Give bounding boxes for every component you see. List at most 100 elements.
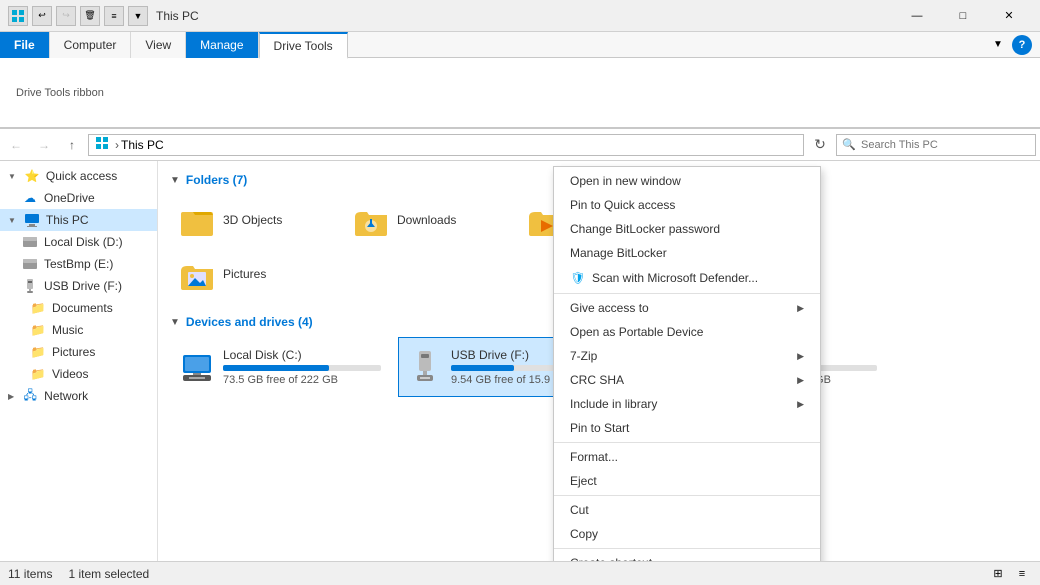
- minimize-button[interactable]: —: [894, 0, 940, 32]
- cm-manage-bitlocker[interactable]: Manage BitLocker: [554, 241, 820, 265]
- status-view-buttons: ⊞ ≡: [988, 564, 1032, 584]
- cm-format[interactable]: Format...: [554, 445, 820, 469]
- cm-create-shortcut[interactable]: Create shortcut: [554, 551, 820, 561]
- tab-drive-tools[interactable]: Drive Tools: [259, 32, 348, 59]
- sidebar-item-quick-access[interactable]: ▼ ⭐ Quick access: [0, 165, 157, 187]
- documents-icon: 📁: [30, 300, 46, 316]
- drive-bar-fill-c: [223, 365, 329, 371]
- tab-manage[interactable]: Manage: [186, 32, 258, 58]
- sidebar-label-usb-drive-f: USB Drive (F:): [44, 279, 122, 293]
- drive-item-local-disk-c[interactable]: Local Disk (C:) 73.5 GB free of 222 GB: [170, 337, 390, 397]
- tab-view[interactable]: View: [131, 32, 186, 58]
- cm-give-access[interactable]: Give access to: [554, 296, 820, 320]
- address-bar: ← → ↑ › This PC ↻ 🔍: [0, 129, 1040, 161]
- defender-icon: 🛡: [570, 270, 586, 286]
- undo-icon[interactable]: ↩: [32, 6, 52, 26]
- sidebar-item-usb-drive-f[interactable]: USB Drive (F:): [0, 275, 157, 297]
- expand-icon[interactable]: ▼: [128, 6, 148, 26]
- sidebar: ▼ ⭐ Quick access ☁ OneDrive ▼ This PC Lo…: [0, 161, 158, 561]
- tab-file[interactable]: File: [0, 32, 50, 58]
- sidebar-label-documents: Documents: [52, 301, 113, 315]
- sidebar-label-quick-access: Quick access: [46, 169, 117, 183]
- title-bar-controls: — □ ✕: [894, 0, 1032, 32]
- cm-pin-start[interactable]: Pin to Start: [554, 416, 820, 440]
- help-button[interactable]: ?: [1012, 35, 1032, 55]
- sidebar-item-music[interactable]: 📁 Music: [0, 319, 157, 341]
- sidebar-item-documents[interactable]: 📁 Documents: [0, 297, 157, 319]
- network-icon: 🖧: [22, 388, 38, 404]
- sidebar-item-local-disk-d[interactable]: Local Disk (D:): [0, 231, 157, 253]
- search-input[interactable]: [836, 134, 1036, 156]
- back-button[interactable]: ←: [4, 133, 28, 157]
- drive-bar-fill-f: [451, 365, 514, 371]
- folder-item-downloads[interactable]: Downloads: [344, 195, 514, 245]
- folder-icon-3d: [179, 202, 215, 238]
- path-thispc[interactable]: This PC: [121, 138, 164, 152]
- redo-icon[interactable]: ↪: [56, 6, 76, 26]
- ribbon-commands: Drive Tools ribbon: [0, 58, 1040, 128]
- pictures-icon: 📁: [30, 344, 46, 360]
- drive-icon-f: [407, 349, 443, 385]
- sidebar-item-this-pc[interactable]: ▼ This PC: [0, 209, 157, 231]
- maximize-button[interactable]: □: [940, 0, 986, 32]
- expand-icon-network: ▶: [8, 392, 14, 401]
- local-disk-d-icon: [22, 234, 38, 250]
- folder-name-3d: 3D Objects: [223, 213, 282, 227]
- testbmp-e-icon: [22, 256, 38, 272]
- up-button[interactable]: ↑: [60, 133, 84, 157]
- thispc-icon: [24, 212, 40, 228]
- title-bar: ↩ ↪ 🗑 ≡ ▼ This PC — □ ✕: [0, 0, 1040, 32]
- content-area: ▼ Folders (7) 3D Objects: [158, 161, 1040, 561]
- sidebar-item-videos[interactable]: 📁 Videos: [0, 363, 157, 385]
- onedrive-icon: ☁: [22, 190, 38, 206]
- path-separator: ›: [115, 138, 119, 152]
- cm-crc-sha[interactable]: CRC SHA: [554, 368, 820, 392]
- cm-cut[interactable]: Cut: [554, 498, 820, 522]
- sidebar-label-testbmp-e: TestBmp (E:): [44, 257, 113, 271]
- sidebar-item-testbmp-e[interactable]: TestBmp (E:): [0, 253, 157, 275]
- search-icon: 🔍: [842, 138, 856, 151]
- cm-include-library[interactable]: Include in library: [554, 392, 820, 416]
- delete-icon[interactable]: 🗑: [80, 6, 100, 26]
- drives-arrow[interactable]: ▼: [170, 317, 180, 328]
- sidebar-item-pictures[interactable]: 📁 Pictures: [0, 341, 157, 363]
- cm-scan-defender[interactable]: 🛡 Scan with Microsoft Defender...: [554, 265, 820, 291]
- address-path[interactable]: › This PC: [88, 134, 804, 156]
- properties-icon[interactable]: ≡: [104, 6, 124, 26]
- forward-button[interactable]: →: [32, 133, 56, 157]
- folder-item-3d-objects[interactable]: 3D Objects: [170, 195, 340, 245]
- sidebar-label-pictures: Pictures: [52, 345, 95, 359]
- context-menu: Open in new window Pin to Quick access C…: [553, 166, 821, 561]
- view-list-button[interactable]: ≡: [1012, 564, 1032, 584]
- cm-scan-defender-label: 🛡 Scan with Microsoft Defender...: [570, 270, 758, 286]
- cm-open-new-window[interactable]: Open in new window: [554, 169, 820, 193]
- app-icon: [8, 6, 28, 26]
- drive-bar-bg-c: [223, 365, 381, 371]
- music-icon: 📁: [30, 322, 46, 338]
- cm-pin-quick-access[interactable]: Pin to Quick access: [554, 193, 820, 217]
- sidebar-item-network[interactable]: ▶ 🖧 Network: [0, 385, 157, 407]
- folder-item-pictures[interactable]: Pictures: [170, 249, 340, 299]
- expand-icon-thispc: ▼: [8, 216, 16, 225]
- folders-arrow[interactable]: ▼: [170, 175, 180, 186]
- cm-open-portable[interactable]: Open as Portable Device: [554, 320, 820, 344]
- close-button[interactable]: ✕: [986, 0, 1032, 32]
- cm-eject[interactable]: Eject: [554, 469, 820, 493]
- view-details-button[interactable]: ⊞: [988, 564, 1008, 584]
- quick-access-icon: ⭐: [24, 168, 40, 184]
- status-items: 11 items: [8, 567, 52, 581]
- tab-computer[interactable]: Computer: [50, 32, 132, 58]
- title-bar-icons: ↩ ↪ 🗑 ≡ ▼: [8, 6, 148, 26]
- cm-copy[interactable]: Copy: [554, 522, 820, 546]
- status-bar: 11 items 1 item selected ⊞ ≡: [0, 561, 1040, 585]
- drive-info-c: Local Disk (C:) 73.5 GB free of 222 GB: [223, 348, 381, 386]
- sidebar-item-onedrive[interactable]: ☁ OneDrive: [0, 187, 157, 209]
- refresh-button[interactable]: ↻: [808, 133, 832, 157]
- cm-separator-4: [554, 548, 820, 549]
- videos-icon: 📁: [30, 366, 46, 382]
- sidebar-label-network: Network: [44, 389, 88, 403]
- options-arrow[interactable]: ▼: [988, 35, 1008, 55]
- folder-name-pictures: Pictures: [223, 267, 266, 281]
- cm-change-bitlocker[interactable]: Change BitLocker password: [554, 217, 820, 241]
- cm-7zip[interactable]: 7-Zip: [554, 344, 820, 368]
